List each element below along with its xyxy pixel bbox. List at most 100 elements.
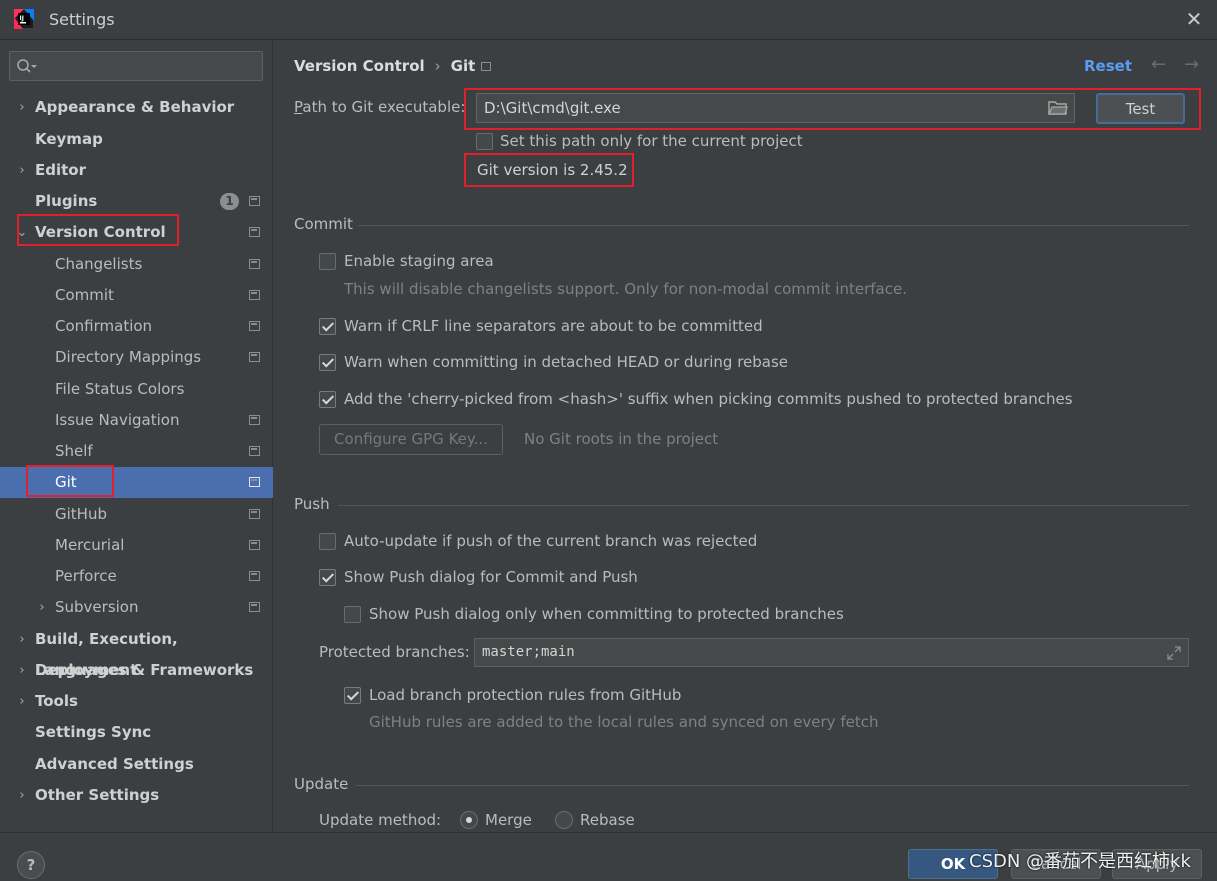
configure-gpg-key-button[interactable]: Configure GPG Key... bbox=[319, 424, 503, 455]
enable-staging-checkbox[interactable] bbox=[319, 253, 336, 270]
sidebar-item-appearance-behavior[interactable]: › Appearance & Behavior bbox=[0, 92, 273, 123]
sidebar-item-keymap[interactable]: Keymap bbox=[0, 124, 273, 155]
update-count-badge: 1 bbox=[220, 193, 239, 210]
intellij-app-icon: IJ bbox=[14, 9, 34, 29]
project-level-icon bbox=[249, 352, 260, 362]
project-level-icon bbox=[481, 62, 491, 71]
warn-crlf-checkbox[interactable] bbox=[319, 318, 336, 335]
settings-sidebar: › Appearance & Behavior Keymap › Editor … bbox=[0, 40, 273, 832]
git-settings-panel: Version Control › Git Reset ← → Path to Gi… bbox=[274, 40, 1217, 832]
sidebar-item-mercurial[interactable]: Mercurial bbox=[0, 530, 273, 561]
chevron-right-icon: › bbox=[19, 163, 25, 178]
chevron-right-icon: › bbox=[19, 694, 25, 709]
warn-detached-head-checkbox[interactable] bbox=[319, 354, 336, 371]
sidebar-item-plugins[interactable]: Plugins 1 bbox=[0, 186, 273, 217]
breadcrumb: Version Control › Git bbox=[294, 57, 476, 75]
project-level-icon bbox=[249, 509, 260, 519]
project-level-icon bbox=[249, 259, 260, 269]
project-level-icon bbox=[249, 446, 260, 456]
update-method-label: Update method: bbox=[319, 811, 442, 829]
sidebar-item-settings-sync[interactable]: Settings Sync bbox=[0, 717, 273, 748]
sidebar-item-confirmation[interactable]: Confirmation bbox=[0, 311, 273, 342]
no-git-roots-hint: No Git roots in the project bbox=[524, 430, 719, 448]
merge-label: Merge bbox=[485, 811, 532, 829]
show-push-dialog-label: Show Push dialog for Commit and Push bbox=[344, 568, 638, 586]
project-level-icon bbox=[249, 196, 260, 206]
sidebar-item-editor[interactable]: › Editor bbox=[0, 155, 273, 186]
chevron-down-icon: ⌄ bbox=[16, 225, 28, 240]
merge-radio[interactable] bbox=[460, 811, 478, 829]
sidebar-item-directory-mappings[interactable]: Directory Mappings bbox=[0, 342, 273, 373]
protected-only-label: Show Push dialog only when committing to… bbox=[369, 605, 844, 623]
push-section-title: Push bbox=[294, 495, 330, 513]
folder-icon[interactable] bbox=[1048, 100, 1068, 116]
auto-update-label: Auto-update if push of the current branc… bbox=[344, 532, 758, 550]
chevron-right-icon: › bbox=[19, 100, 25, 115]
rebase-radio[interactable] bbox=[555, 811, 573, 829]
enable-staging-label: Enable staging area bbox=[344, 252, 494, 270]
sidebar-item-changelists[interactable]: Changelists bbox=[0, 249, 273, 280]
reset-link[interactable]: Reset bbox=[1084, 57, 1132, 75]
breadcrumb-parent[interactable]: Version Control bbox=[294, 57, 425, 75]
show-push-dialog-checkbox[interactable] bbox=[319, 569, 336, 586]
window-title: Settings bbox=[49, 10, 115, 29]
test-button[interactable]: Test bbox=[1096, 93, 1185, 124]
warn-detached-head-label: Warn when committing in detached HEAD or… bbox=[344, 353, 789, 371]
rebase-label: Rebase bbox=[580, 811, 635, 829]
project-level-icon bbox=[249, 602, 260, 612]
project-level-icon bbox=[249, 540, 260, 550]
sidebar-item-other-settings[interactable]: › Other Settings bbox=[0, 780, 273, 811]
project-level-icon bbox=[249, 290, 260, 300]
sidebar-item-languages-frameworks[interactable]: › Languages & Frameworks bbox=[0, 655, 273, 686]
sidebar-item-version-control[interactable]: ⌄ Version Control bbox=[0, 217, 273, 248]
section-divider bbox=[338, 505, 1189, 506]
forward-arrow-icon[interactable]: → bbox=[1184, 54, 1199, 75]
current-project-only-checkbox[interactable] bbox=[476, 133, 493, 150]
sidebar-item-perforce[interactable]: Perforce bbox=[0, 561, 273, 592]
sidebar-item-shelf[interactable]: Shelf bbox=[0, 436, 273, 467]
protected-branches-label: Protected branches: bbox=[319, 643, 470, 661]
sidebar-item-git[interactable]: Git bbox=[0, 467, 273, 498]
update-section-title: Update bbox=[294, 775, 349, 793]
chevron-right-icon: › bbox=[39, 600, 45, 615]
csdn-watermark: CSDN @番茄不是西红柿kk bbox=[969, 851, 1191, 872]
expand-icon[interactable] bbox=[1166, 645, 1182, 661]
protected-only-checkbox[interactable] bbox=[344, 606, 361, 623]
staging-hint: This will disable changelists support. O… bbox=[344, 280, 907, 298]
current-project-only-label: Set this path only for the current proje… bbox=[500, 132, 803, 150]
search-icon bbox=[17, 59, 37, 73]
sidebar-item-build-execution-deployment[interactable]: › Build, Execution, Deployment bbox=[0, 624, 273, 679]
git-version-text: Git version is 2.45.2 bbox=[477, 161, 628, 179]
path-to-git-label: Path to Git executable: bbox=[294, 98, 466, 116]
help-icon[interactable]: ? bbox=[17, 851, 45, 879]
close-icon[interactable]: ✕ bbox=[1183, 8, 1205, 30]
git-executable-path-field[interactable]: D:\Git\cmd\git.exe bbox=[476, 93, 1075, 123]
load-protection-rules-checkbox[interactable] bbox=[344, 687, 361, 704]
chevron-right-icon: › bbox=[19, 663, 25, 678]
dialog-footer: ? OK Cancel Apply CSDN @番茄不是西红柿kk bbox=[0, 832, 1217, 881]
title-bar: IJ Settings ✕ bbox=[0, 0, 1217, 40]
sidebar-item-file-status-colors[interactable]: File Status Colors bbox=[0, 374, 273, 405]
sidebar-item-commit[interactable]: Commit bbox=[0, 280, 273, 311]
sidebar-item-github[interactable]: GitHub bbox=[0, 499, 273, 530]
commit-section-title: Commit bbox=[294, 215, 353, 233]
sidebar-item-subversion[interactable]: › Subversion bbox=[0, 592, 273, 623]
section-divider bbox=[358, 225, 1189, 226]
warn-crlf-label: Warn if CRLF line separators are about t… bbox=[344, 317, 763, 335]
project-level-icon bbox=[249, 321, 260, 331]
settings-search-input[interactable] bbox=[9, 51, 263, 81]
project-level-icon bbox=[249, 227, 260, 237]
chevron-right-icon: › bbox=[19, 788, 25, 803]
sidebar-item-issue-navigation[interactable]: Issue Navigation bbox=[0, 405, 273, 436]
sidebar-item-tools[interactable]: › Tools bbox=[0, 686, 273, 717]
breadcrumb-current: Git bbox=[450, 57, 476, 75]
sidebar-item-advanced-settings[interactable]: Advanced Settings bbox=[0, 749, 273, 780]
cherry-picked-suffix-checkbox[interactable] bbox=[319, 391, 336, 408]
protected-branches-field[interactable]: master;main bbox=[474, 638, 1189, 667]
auto-update-checkbox[interactable] bbox=[319, 533, 336, 550]
section-divider bbox=[356, 785, 1189, 786]
project-level-icon bbox=[249, 571, 260, 581]
back-arrow-icon[interactable]: ← bbox=[1151, 54, 1166, 75]
chevron-right-icon: › bbox=[19, 632, 25, 647]
load-protection-rules-label: Load branch protection rules from GitHub bbox=[369, 686, 682, 704]
